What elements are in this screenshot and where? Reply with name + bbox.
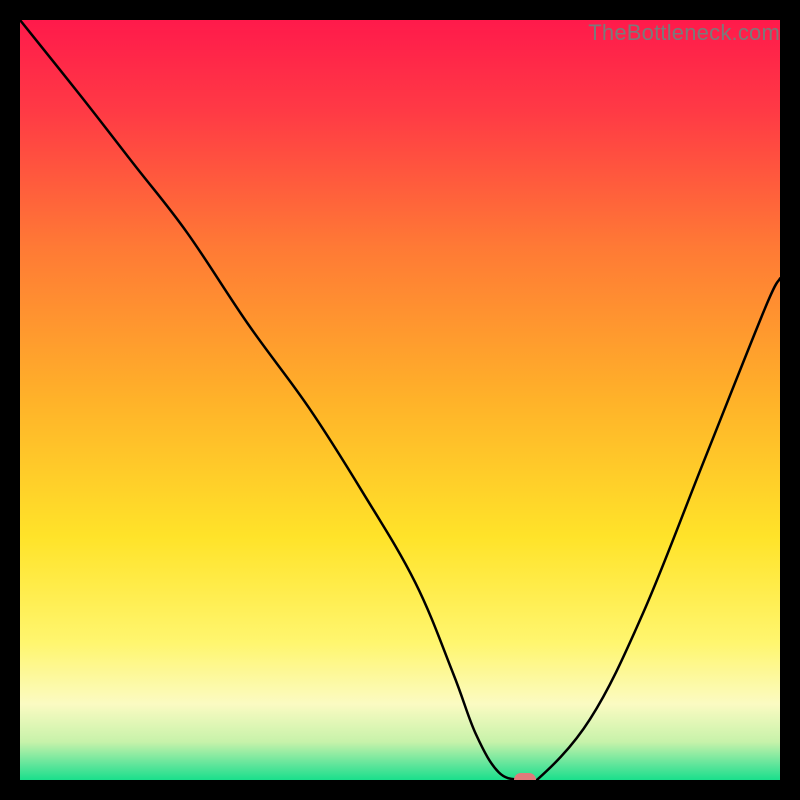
bottleneck-curve <box>20 20 780 780</box>
watermark-text: TheBottleneck.com <box>588 20 780 46</box>
optimal-point-marker <box>514 773 536 780</box>
curve-path <box>20 20 780 780</box>
plot-area: TheBottleneck.com <box>20 20 780 780</box>
chart-frame: TheBottleneck.com <box>0 0 800 800</box>
